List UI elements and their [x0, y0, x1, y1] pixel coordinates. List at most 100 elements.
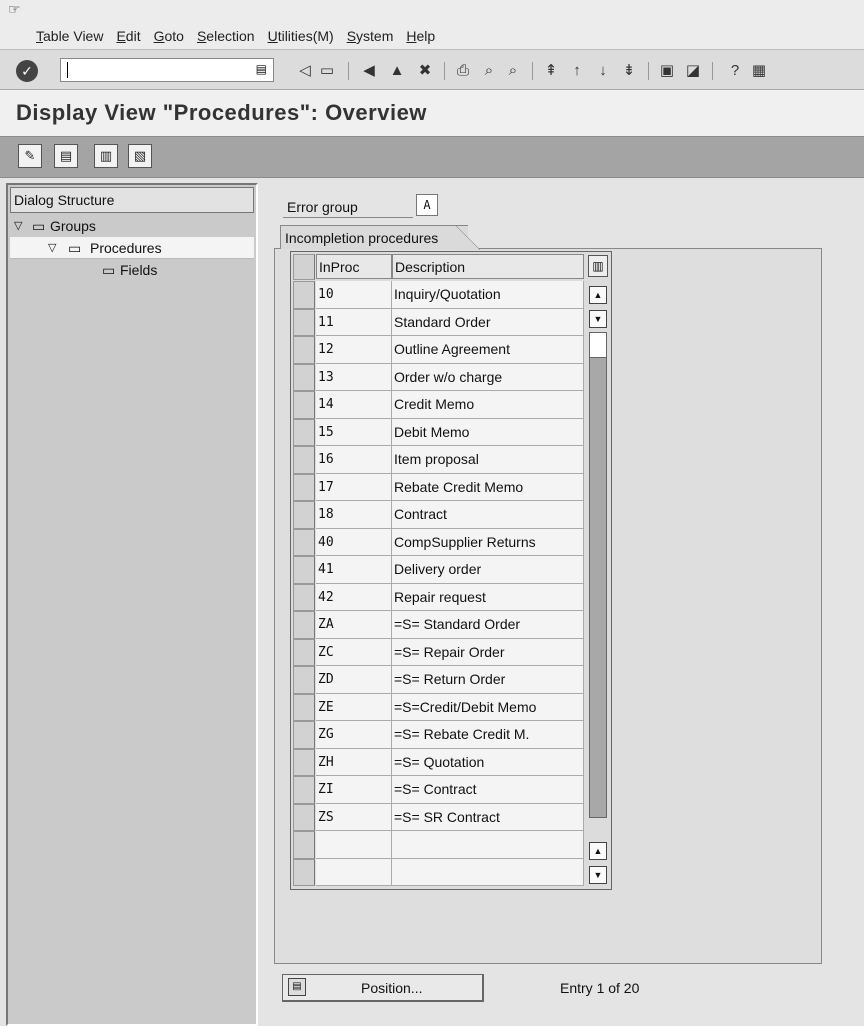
row-select-cell[interactable] [293, 473, 315, 501]
scroll-thumb[interactable] [589, 332, 607, 358]
table-row[interactable]: 11 Standard Order [291, 308, 587, 336]
scroll-down-icon[interactable]: ▼ [589, 310, 607, 328]
cell-description[interactable]: =S= Rebate Credit M. [392, 721, 584, 749]
row-select-cell[interactable] [293, 391, 315, 419]
collapse-triangle-icon[interactable]: ▽ [14, 215, 22, 237]
table-row[interactable]: 42 Repair request [291, 583, 587, 611]
previous-page-icon[interactable]: ↑ [566, 60, 588, 82]
cell-description[interactable]: Outline Agreement [392, 336, 584, 364]
cell-inproc[interactable]: 16 [316, 446, 392, 474]
table-row[interactable] [291, 831, 587, 859]
table-row[interactable]: ZC =S= Repair Order [291, 638, 587, 666]
cell-inproc[interactable]: 12 [316, 336, 392, 364]
table-row[interactable]: 14 Credit Memo [291, 391, 587, 419]
shortcut-icon[interactable]: ◪ [682, 60, 704, 82]
table-row[interactable]: 41 Delivery order [291, 556, 587, 584]
cell-description[interactable]: =S= Contract [392, 776, 584, 804]
row-select-cell[interactable] [293, 748, 315, 776]
enter-check-icon[interactable]: ✓ [16, 60, 38, 82]
collapse-triangle-icon[interactable]: ▽ [48, 237, 56, 259]
cell-inproc[interactable] [316, 858, 392, 886]
cell-description[interactable]: Order w/o charge [392, 363, 584, 391]
print-icon[interactable]: ⎙ [452, 60, 474, 82]
back-arrow-icon[interactable]: ◁ [294, 60, 316, 82]
cell-inproc[interactable]: ZI [316, 776, 392, 804]
error-group-field[interactable]: A [416, 194, 438, 216]
table-row[interactable]: 18 Contract [291, 501, 587, 529]
row-select-cell[interactable] [293, 803, 315, 831]
cell-inproc[interactable]: ZH [316, 748, 392, 776]
cell-description[interactable]: =S= Repair Order [392, 638, 584, 666]
cell-inproc[interactable]: 11 [316, 308, 392, 336]
find-next-icon[interactable]: ⌕ [502, 60, 524, 82]
cell-inproc[interactable]: 15 [316, 418, 392, 446]
tree-node-procedures[interactable]: ▽ ▭ Procedures [10, 237, 254, 259]
cell-description[interactable]: =S= Return Order [392, 666, 584, 694]
find-icon[interactable]: ⌕ [478, 60, 500, 82]
row-select-cell[interactable] [293, 556, 315, 584]
cell-description[interactable]: Delivery order [392, 556, 584, 584]
cell-inproc[interactable]: ZG [316, 721, 392, 749]
row-select-cell[interactable] [293, 831, 315, 859]
cell-inproc[interactable]: ZC [316, 638, 392, 666]
cell-inproc[interactable]: 18 [316, 501, 392, 529]
select-all-icon[interactable]: ▤ [54, 144, 78, 168]
command-dropdown-icon[interactable]: ▤ [256, 62, 267, 76]
table-row[interactable]: ZG =S= Rebate Credit M. [291, 721, 587, 749]
cell-inproc[interactable]: 17 [316, 473, 392, 501]
cancel-icon[interactable]: ✖ [414, 60, 436, 82]
row-select-cell[interactable] [293, 858, 315, 886]
vertical-scrollbar[interactable]: ▲ ▼ ▲ ▼ [589, 282, 609, 886]
row-select-cell[interactable] [293, 336, 315, 364]
table-row[interactable]: ZS =S= SR Contract [291, 803, 587, 831]
scroll-page-up-icon[interactable]: ▲ [589, 842, 607, 860]
position-button[interactable]: ▤ Position... [282, 974, 484, 1002]
row-select-cell[interactable] [293, 363, 315, 391]
layout-menu-icon[interactable]: ▦ [748, 60, 770, 82]
tree-node-groups[interactable]: ▽ ▭ Groups [10, 215, 254, 237]
column-settings-icon[interactable]: ▥ [588, 255, 608, 277]
display-change-icon[interactable]: ✎ [18, 144, 42, 168]
row-select-cell[interactable] [293, 501, 315, 529]
cell-description[interactable] [392, 858, 584, 886]
row-select-cell[interactable] [293, 693, 315, 721]
cell-description[interactable] [392, 831, 584, 859]
cell-description[interactable]: Standard Order [392, 308, 584, 336]
cell-inproc[interactable]: ZE [316, 693, 392, 721]
menu-item[interactable]: Edit [116, 28, 140, 44]
row-select-cell[interactable] [293, 776, 315, 804]
menu-item[interactable]: Help [406, 28, 435, 44]
cell-description[interactable]: Rebate Credit Memo [392, 473, 584, 501]
row-select-cell[interactable] [293, 721, 315, 749]
cell-inproc[interactable]: ZD [316, 666, 392, 694]
menu-item[interactable]: Goto [154, 28, 184, 44]
save-icon[interactable]: ▭ [316, 60, 338, 82]
command-field[interactable]: ▤ [60, 58, 274, 82]
cell-description[interactable]: Repair request [392, 583, 584, 611]
exit-icon[interactable]: ▲ [386, 60, 408, 82]
cell-description[interactable]: =S=Credit/Debit Memo [392, 693, 584, 721]
table-row[interactable]: 13 Order w/o charge [291, 363, 587, 391]
cell-description[interactable]: Debit Memo [392, 418, 584, 446]
cell-inproc[interactable]: 42 [316, 583, 392, 611]
cell-inproc[interactable]: ZS [316, 803, 392, 831]
row-select-cell[interactable] [293, 446, 315, 474]
select-all-cell[interactable] [293, 254, 315, 280]
menu-item[interactable]: Table View [36, 28, 103, 44]
table-row[interactable]: 10 Inquiry/Quotation [291, 281, 587, 309]
cell-inproc[interactable]: 14 [316, 391, 392, 419]
scroll-page-down-icon[interactable]: ▼ [589, 866, 607, 884]
last-page-icon[interactable]: ⇟ [618, 60, 640, 82]
cell-description[interactable]: =S= SR Contract [392, 803, 584, 831]
new-session-icon[interactable]: ▣ [656, 60, 678, 82]
cell-description[interactable]: Item proposal [392, 446, 584, 474]
menu-toggle-icon[interactable]: ☞ [8, 2, 26, 18]
row-select-cell[interactable] [293, 666, 315, 694]
cell-inproc[interactable]: 10 [316, 281, 392, 309]
cell-description[interactable]: Inquiry/Quotation [392, 281, 584, 309]
select-block-icon[interactable]: ▥ [94, 144, 118, 168]
first-page-icon[interactable]: ⇞ [540, 60, 562, 82]
cell-inproc[interactable]: ZA [316, 611, 392, 639]
column-header-inproc[interactable]: InProc [316, 254, 392, 279]
deselect-all-icon[interactable]: ▧ [128, 144, 152, 168]
